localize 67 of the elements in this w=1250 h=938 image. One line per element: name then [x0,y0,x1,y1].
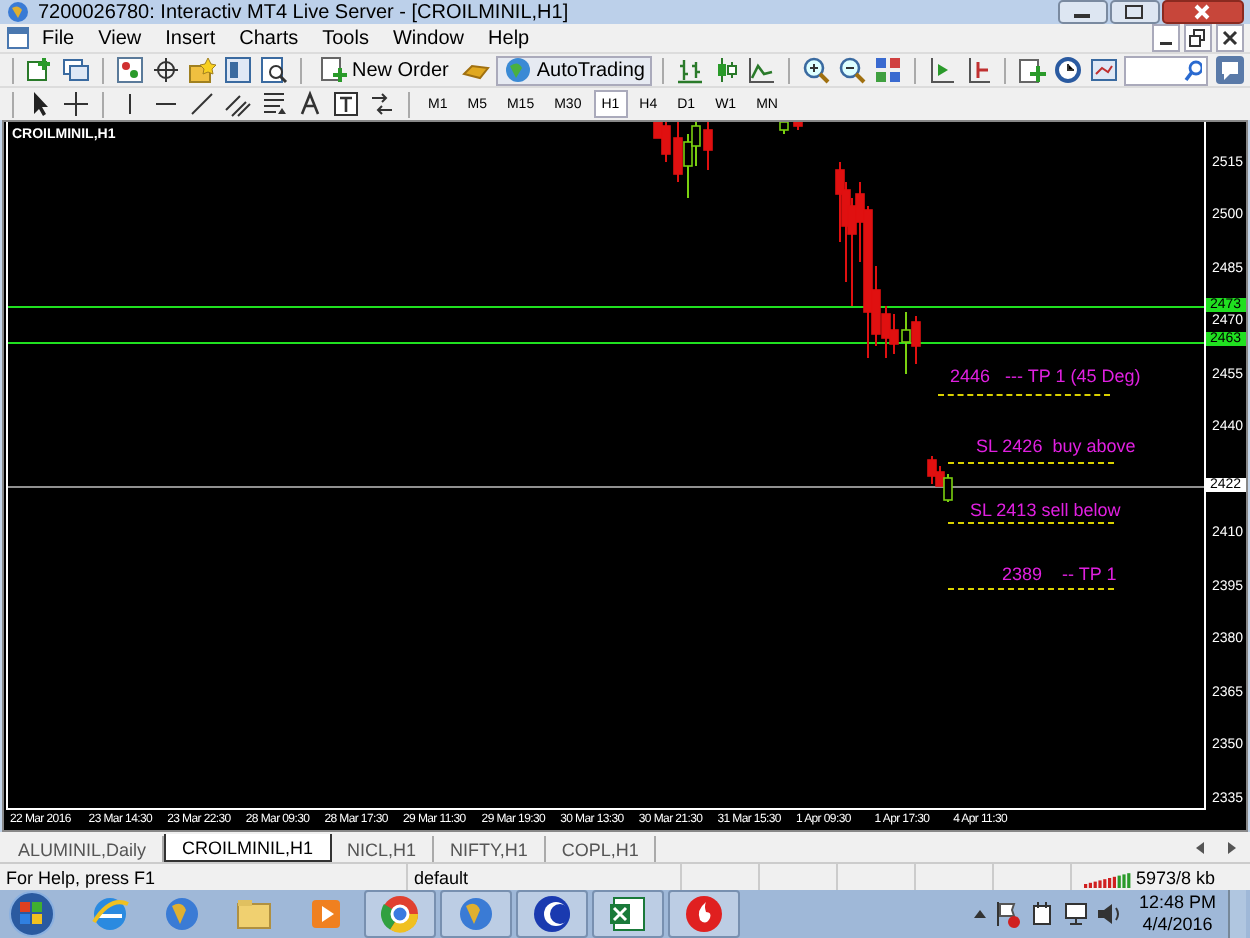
clock-icon[interactable] [1052,54,1085,86]
windows-icon[interactable] [60,54,92,86]
restore-icon[interactable] [1184,24,1212,52]
chart-annotation: 2446 --- TP 1 (45 Deg) [950,366,1141,386]
globe-icon [6,0,30,24]
taskbar-clock[interactable]: 12:48 PM 4/4/2016 [1130,892,1224,936]
minimize-icon[interactable] [1152,24,1180,52]
bar-chart-icon[interactable] [674,54,707,86]
traffic-text: 5973/8 kb [1136,867,1216,887]
menu-item[interactable]: View [86,27,154,49]
crosshair-icon[interactable] [60,88,92,120]
tile-windows-icon[interactable] [872,54,905,86]
menu-item[interactable]: Tools [310,27,381,49]
globe-icon[interactable] [454,892,498,936]
chart-annotation: 2389 -- TP 1 [1002,564,1117,584]
scroll-left-icon[interactable] [1194,840,1206,856]
fibonacci-icon[interactable] [258,88,290,120]
autoscroll-icon[interactable] [926,54,959,86]
menu-item[interactable]: File [30,27,87,49]
minimize-icon[interactable] [1058,0,1108,24]
show-hidden-icon[interactable] [972,906,989,922]
star-folder-icon[interactable] [186,54,218,86]
search-icon[interactable] [1182,59,1202,81]
candle [779,122,789,135]
close-icon[interactable] [1216,24,1244,52]
trendline-icon[interactable] [186,88,218,120]
new-order-button[interactable]: New Order [312,55,457,85]
network-icon[interactable] [1062,900,1091,928]
zoom-in-icon[interactable] [800,54,833,86]
drop-icon[interactable] [682,892,726,936]
window-title: 7200026780: Interactiv MT4 Live Server - [CROILMINIL,H1] [38,1,571,23]
signal-bars-icon [1084,867,1132,887]
search-field[interactable] [1124,55,1208,85]
market-watch-icon[interactable] [114,54,146,86]
crosshair-icon[interactable] [150,54,182,86]
tester-icon[interactable] [258,54,290,86]
chat-icon[interactable] [1216,56,1244,84]
new-chart-icon[interactable] [24,54,56,86]
speaker-icon[interactable] [1096,900,1125,928]
chart-window-icon[interactable] [6,26,30,50]
flag-icon[interactable] [994,900,1023,928]
document-plus-icon [320,56,348,84]
chart-annotation: SL 2413 sell below [970,500,1121,520]
globe-icon [504,56,533,84]
line-chart-icon[interactable] [746,54,779,86]
terminal-icon[interactable] [222,54,254,86]
maximize-icon[interactable] [1110,0,1160,24]
menu-item[interactable]: Insert [153,27,228,49]
menu-item[interactable]: Help [476,27,542,49]
crescent-icon[interactable] [530,892,574,936]
indicators-icon[interactable] [1016,54,1049,86]
browser-icon[interactable] [88,892,132,936]
close-icon[interactable] [1162,0,1244,24]
label-tool-icon[interactable] [330,88,362,120]
zoom-out-icon[interactable] [836,54,869,86]
candle [793,122,803,131]
chart-annotation: SL 2426 buy above [976,436,1136,456]
menu-item[interactable]: Charts [227,27,311,49]
chart-area[interactable] [2,120,1248,833]
start-button-icon[interactable] [4,890,60,938]
menu-item[interactable]: Window [380,27,477,49]
auto-trading-button[interactable]: AutoTrading [496,55,653,85]
arrows-icon[interactable] [366,88,398,120]
templates-icon[interactable] [1088,54,1121,86]
scroll-right-icon[interactable] [1226,840,1238,856]
chart-tab[interactable]: CROILMINIL,H1 [164,834,332,862]
spreadsheet-icon[interactable] [606,892,650,936]
